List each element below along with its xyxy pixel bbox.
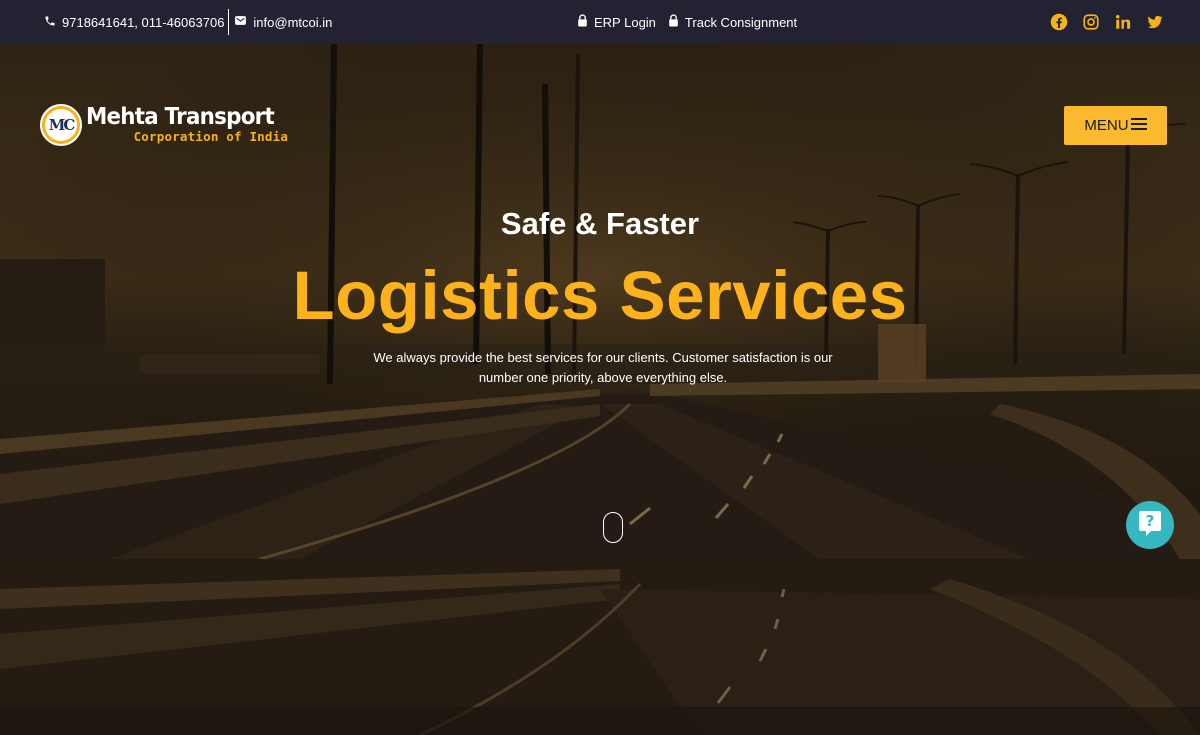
linkedin-icon[interactable] <box>1114 13 1132 31</box>
lock-icon <box>577 14 588 30</box>
facebook-icon[interactable] <box>1050 13 1068 31</box>
lower-background-image <box>0 559 1200 735</box>
track-consignment-label: Track Consignment <box>684 14 798 30</box>
email-contact[interactable]: info@mtcoi.in <box>234 14 332 30</box>
scroll-down-indicator[interactable] <box>603 512 623 543</box>
logo-monogram: MC <box>45 109 77 141</box>
phone-numbers: 9718641641, 011-46063706 <box>62 14 225 30</box>
logo-title: Mehta Transport <box>86 104 275 131</box>
logo-wordmark: Mehta Transport Corporation of India <box>86 106 288 144</box>
email-address: info@mtcoi.in <box>253 14 333 30</box>
contact-info: 9718641641, 011-46063706 info@mtcoi.in <box>44 0 332 44</box>
track-consignment-link[interactable]: Track Consignment <box>668 14 797 30</box>
erp-login-link[interactable]: ERP Login <box>577 14 656 30</box>
hero-description: We always provide the best services for … <box>373 350 833 385</box>
top-links: ERP Login Track Consignment <box>577 0 797 44</box>
social-links <box>1050 0 1164 44</box>
lower-section <box>0 559 1200 735</box>
top-bar: 9718641641, 011-46063706 info@mtcoi.in E… <box>0 0 1200 44</box>
logo-subtitle: Corporation of India <box>133 129 289 145</box>
erp-login-label: ERP Login <box>594 14 656 30</box>
hero-eyebrow: Safe & Faster <box>500 206 700 241</box>
svg-text:?: ? <box>1146 512 1155 530</box>
hamburger-icon <box>1130 117 1147 135</box>
hero-title: Logistics Services <box>292 257 908 334</box>
twitter-icon[interactable] <box>1146 13 1164 31</box>
phone-contact[interactable]: 9718641641, 011-46063706 <box>44 15 224 30</box>
mail-icon <box>234 14 247 30</box>
logo-emblem: MC <box>40 104 82 146</box>
menu-label: MENU <box>1084 117 1129 134</box>
menu-button[interactable]: MENU <box>1064 106 1167 145</box>
lock-icon <box>668 14 679 30</box>
phone-icon <box>44 15 56 30</box>
divider <box>228 9 230 35</box>
help-chat-button[interactable]: ? <box>1126 501 1174 549</box>
site-logo[interactable]: MC Mehta Transport Corporation of India <box>40 104 288 146</box>
question-chat-icon: ? <box>1137 509 1163 542</box>
instagram-icon[interactable] <box>1082 13 1100 31</box>
